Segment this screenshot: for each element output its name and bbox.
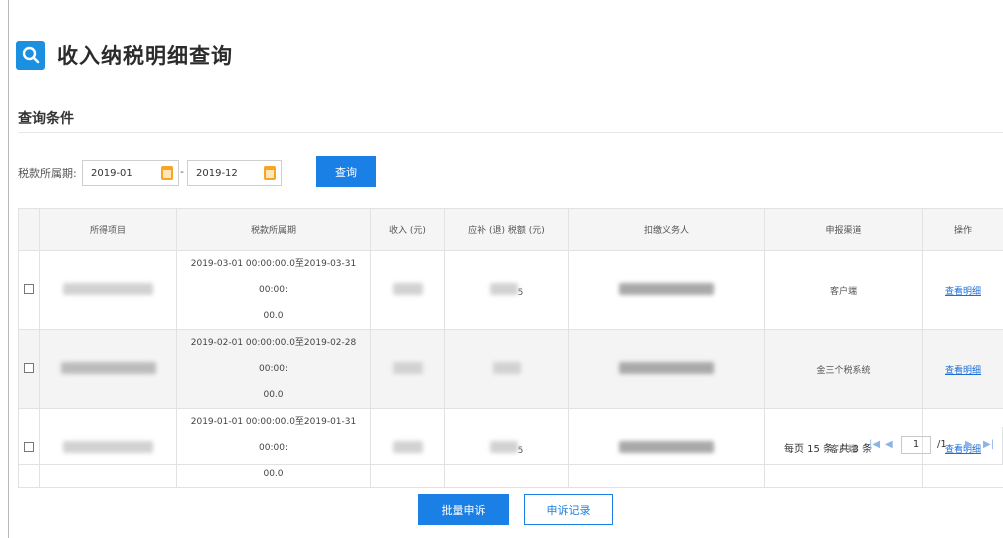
row-checkbox[interactable] [24, 283, 34, 294]
tax-amount-cell [444, 329, 569, 409]
first-page-icon[interactable]: |◀ [869, 439, 880, 450]
period-line: 2019-02-01 00:00:00.0至2019-02-28 00:00: [190, 338, 357, 374]
total-pages: /1 [937, 439, 947, 450]
last-page-icon[interactable]: ▶| [983, 439, 994, 450]
section-divider [18, 132, 1003, 133]
search-icon [16, 40, 45, 70]
page-header: 收入纳税明细查询 [16, 38, 233, 72]
pagination-bar: 每页 15 条, 共 3 条 |◀ ◀ 1 /1 ▶ ▶| [18, 427, 1003, 465]
table-header-row: 所得项目 税款所属期 收入 (元) 应补 (退) 税额 (元) 扣缴义务人 申报… [18, 208, 1003, 251]
redacted-value [392, 282, 423, 295]
prev-page-icon[interactable]: ◀ [885, 439, 893, 450]
end-period-input[interactable]: 2019-12 [187, 160, 282, 186]
appeal-records-button[interactable]: 申诉记录 [524, 494, 613, 525]
column-header: 收入 (元) [370, 208, 445, 251]
redacted-value [619, 282, 714, 295]
redacted-value [492, 361, 521, 374]
period-line: 00.0 [263, 390, 284, 400]
redacted-value [60, 361, 156, 374]
row-checkbox[interactable] [24, 362, 34, 373]
column-header: 操作 [922, 208, 1003, 251]
period-label: 税款所属期: [18, 167, 77, 180]
tax-period-cell: 2019-03-01 00:00:00.0至2019-03-31 00:00: … [176, 250, 371, 330]
calendar-icon[interactable] [161, 166, 173, 180]
query-button[interactable]: 查询 [316, 156, 376, 187]
end-period-value: 2019-12 [196, 167, 238, 179]
channel-cell: 金三个税系统 [764, 329, 923, 409]
pagination-summary: 每页 15 条, 共 3 条 [784, 444, 873, 455]
withholding-agent-cell [568, 250, 765, 330]
start-period-value: 2019-01 [91, 167, 133, 179]
column-header: 应补 (退) 税额 (元) [444, 208, 569, 251]
redacted-value [619, 361, 714, 374]
income-item-cell [39, 250, 177, 330]
query-section-title: 查询条件 [18, 111, 74, 127]
action-cell: 查看明细 [922, 329, 1003, 409]
row-select-cell [18, 329, 40, 409]
column-header: 扣缴义务人 [568, 208, 765, 251]
tax-amount-cell: 5 [444, 250, 569, 330]
column-header: 税款所属期 [176, 208, 371, 251]
page-title: 收入纳税明细查询 [57, 44, 233, 68]
next-page-icon[interactable]: ▶ [965, 439, 973, 450]
table-row: 2019-03-01 00:00:00.0至2019-03-31 00:00: … [18, 250, 1003, 330]
column-header: 申报渠道 [764, 208, 923, 251]
income-cell [370, 329, 445, 409]
view-detail-link[interactable]: 查看明细 [945, 366, 981, 376]
select-column-header [18, 208, 40, 251]
tax-period-cell: 2019-02-01 00:00:00.0至2019-02-28 00:00: … [176, 329, 371, 409]
action-cell: 查看明细 [922, 250, 1003, 330]
page-number-input[interactable]: 1 [901, 436, 931, 454]
calendar-icon[interactable] [264, 166, 276, 180]
income-item-cell [39, 329, 177, 409]
redacted-value [489, 282, 518, 295]
redacted-value [63, 282, 153, 295]
column-header: 所得项目 [39, 208, 177, 251]
withholding-agent-cell [568, 329, 765, 409]
start-period-input[interactable]: 2019-01 [82, 160, 179, 186]
period-separator: - [180, 165, 184, 178]
left-border-rule [8, 0, 9, 538]
redacted-value [392, 361, 423, 374]
batch-appeal-button[interactable]: 批量申诉 [418, 494, 509, 525]
period-line: 2019-03-01 00:00:00.0至2019-03-31 00:00: [190, 259, 357, 295]
view-detail-link[interactable]: 查看明细 [945, 287, 981, 297]
income-cell [370, 250, 445, 330]
channel-cell: 客户端 [764, 250, 923, 330]
period-line: 00.0 [263, 311, 284, 321]
tax-amount-suffix: 5 [517, 287, 524, 298]
row-select-cell [18, 250, 40, 330]
table-row: 2019-02-01 00:00:00.0至2019-02-28 00:00: … [18, 329, 1003, 409]
